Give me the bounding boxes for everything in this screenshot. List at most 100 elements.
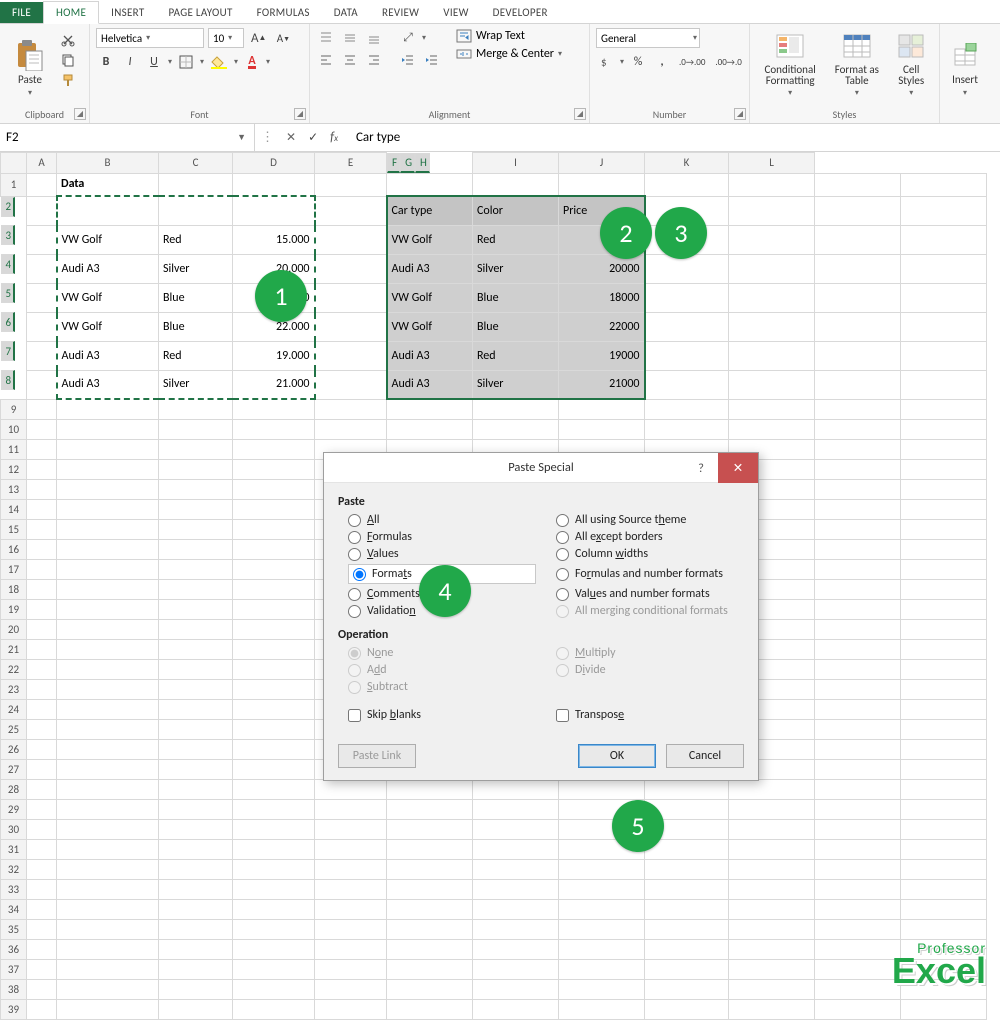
cell[interactable] [815, 959, 901, 979]
cell[interactable] [315, 283, 387, 312]
cell[interactable] [729, 196, 815, 225]
cell[interactable] [27, 579, 57, 599]
cell[interactable] [233, 619, 315, 639]
cell[interactable] [57, 619, 159, 639]
cell[interactable] [159, 839, 233, 859]
cell[interactable]: Red [473, 341, 559, 370]
cell[interactable] [901, 419, 987, 439]
cell[interactable] [233, 859, 315, 879]
cell[interactable] [815, 879, 901, 899]
cell[interactable] [901, 919, 987, 939]
cell[interactable] [815, 254, 901, 283]
cell[interactable] [559, 959, 645, 979]
row-header[interactable]: 22 [1, 659, 27, 679]
cut-icon[interactable] [60, 32, 76, 48]
tab-insert[interactable]: INSERT [99, 2, 156, 23]
row-header[interactable]: 5 [1, 283, 16, 303]
cell[interactable] [387, 799, 473, 819]
increase-decimal-icon[interactable]: .0→.00 [676, 52, 708, 72]
cell[interactable] [815, 519, 901, 539]
cell[interactable] [473, 879, 559, 899]
cell[interactable]: Data [57, 173, 159, 196]
dialog-titlebar[interactable]: Paste Special ? ✕ [324, 453, 758, 483]
cell[interactable] [559, 173, 645, 196]
merge-center-button[interactable]: Merge & Center ▾ [456, 46, 562, 62]
cell[interactable] [901, 679, 987, 699]
column-header[interactable]: F [387, 153, 400, 173]
cell[interactable] [159, 879, 233, 899]
cell[interactable] [901, 539, 987, 559]
cell[interactable]: Audi A3 [387, 254, 473, 283]
row-header[interactable]: 18 [1, 579, 27, 599]
cell[interactable] [57, 639, 159, 659]
cell[interactable] [473, 799, 559, 819]
cell[interactable] [159, 619, 233, 639]
cell[interactable] [729, 879, 815, 899]
cell[interactable] [57, 499, 159, 519]
tab-view[interactable]: VIEW [431, 2, 480, 23]
cell[interactable] [901, 999, 987, 1019]
cell[interactable] [815, 679, 901, 699]
row-header[interactable]: 15 [1, 519, 27, 539]
cell[interactable] [815, 859, 901, 879]
cell[interactable] [645, 312, 729, 341]
cell[interactable] [27, 879, 57, 899]
align-center-icon[interactable] [340, 50, 360, 70]
cell[interactable] [729, 312, 815, 341]
increase-indent-icon[interactable] [422, 50, 442, 70]
cell[interactable] [559, 399, 645, 419]
cell[interactable] [815, 719, 901, 739]
cell[interactable] [159, 399, 233, 419]
cell[interactable] [901, 779, 987, 799]
cell[interactable] [27, 919, 57, 939]
bold-button[interactable]: B [96, 52, 116, 72]
row-header[interactable]: 19 [1, 599, 27, 619]
cell[interactable] [27, 173, 57, 196]
cell[interactable] [27, 999, 57, 1019]
cell[interactable] [159, 919, 233, 939]
cell[interactable] [729, 370, 815, 399]
cell[interactable] [315, 959, 387, 979]
cell[interactable] [729, 799, 815, 819]
cell[interactable] [27, 599, 57, 619]
cell[interactable]: Silver [159, 370, 233, 399]
row-header[interactable]: 34 [1, 899, 27, 919]
row-header[interactable]: 28 [1, 779, 27, 799]
fill-color-icon[interactable] [208, 52, 230, 72]
align-left-icon[interactable] [316, 50, 336, 70]
cell[interactable] [901, 559, 987, 579]
row-header[interactable]: 10 [1, 419, 27, 439]
cell[interactable] [559, 859, 645, 879]
cell[interactable] [57, 819, 159, 839]
cell[interactable] [559, 919, 645, 939]
cell[interactable] [159, 639, 233, 659]
cell[interactable] [233, 739, 315, 759]
cancel-entry-icon[interactable]: ✕ [286, 130, 296, 145]
cell[interactable]: Red [159, 341, 233, 370]
align-bottom-icon[interactable] [364, 28, 384, 48]
cell[interactable] [57, 739, 159, 759]
cell[interactable] [815, 739, 901, 759]
cell[interactable] [27, 859, 57, 879]
number-launcher[interactable]: ◢ [734, 108, 746, 120]
tab-page-layout[interactable]: PAGE LAYOUT [156, 2, 244, 23]
cell[interactable] [473, 819, 559, 839]
column-header[interactable]: A [27, 153, 57, 174]
cell[interactable] [645, 919, 729, 939]
cell[interactable] [57, 399, 159, 419]
cell[interactable] [387, 399, 473, 419]
cell[interactable] [901, 599, 987, 619]
cell[interactable] [159, 439, 233, 459]
cell[interactable] [645, 879, 729, 899]
cell[interactable] [27, 341, 57, 370]
cell[interactable] [901, 839, 987, 859]
cell[interactable] [901, 439, 987, 459]
row-header[interactable]: 11 [1, 439, 27, 459]
cell[interactable] [315, 799, 387, 819]
cell[interactable] [159, 559, 233, 579]
cell[interactable] [159, 419, 233, 439]
align-top-icon[interactable] [316, 28, 336, 48]
alignment-launcher[interactable]: ◢ [574, 108, 586, 120]
cell[interactable] [815, 939, 901, 959]
dialog-close-button[interactable]: ✕ [718, 453, 758, 483]
